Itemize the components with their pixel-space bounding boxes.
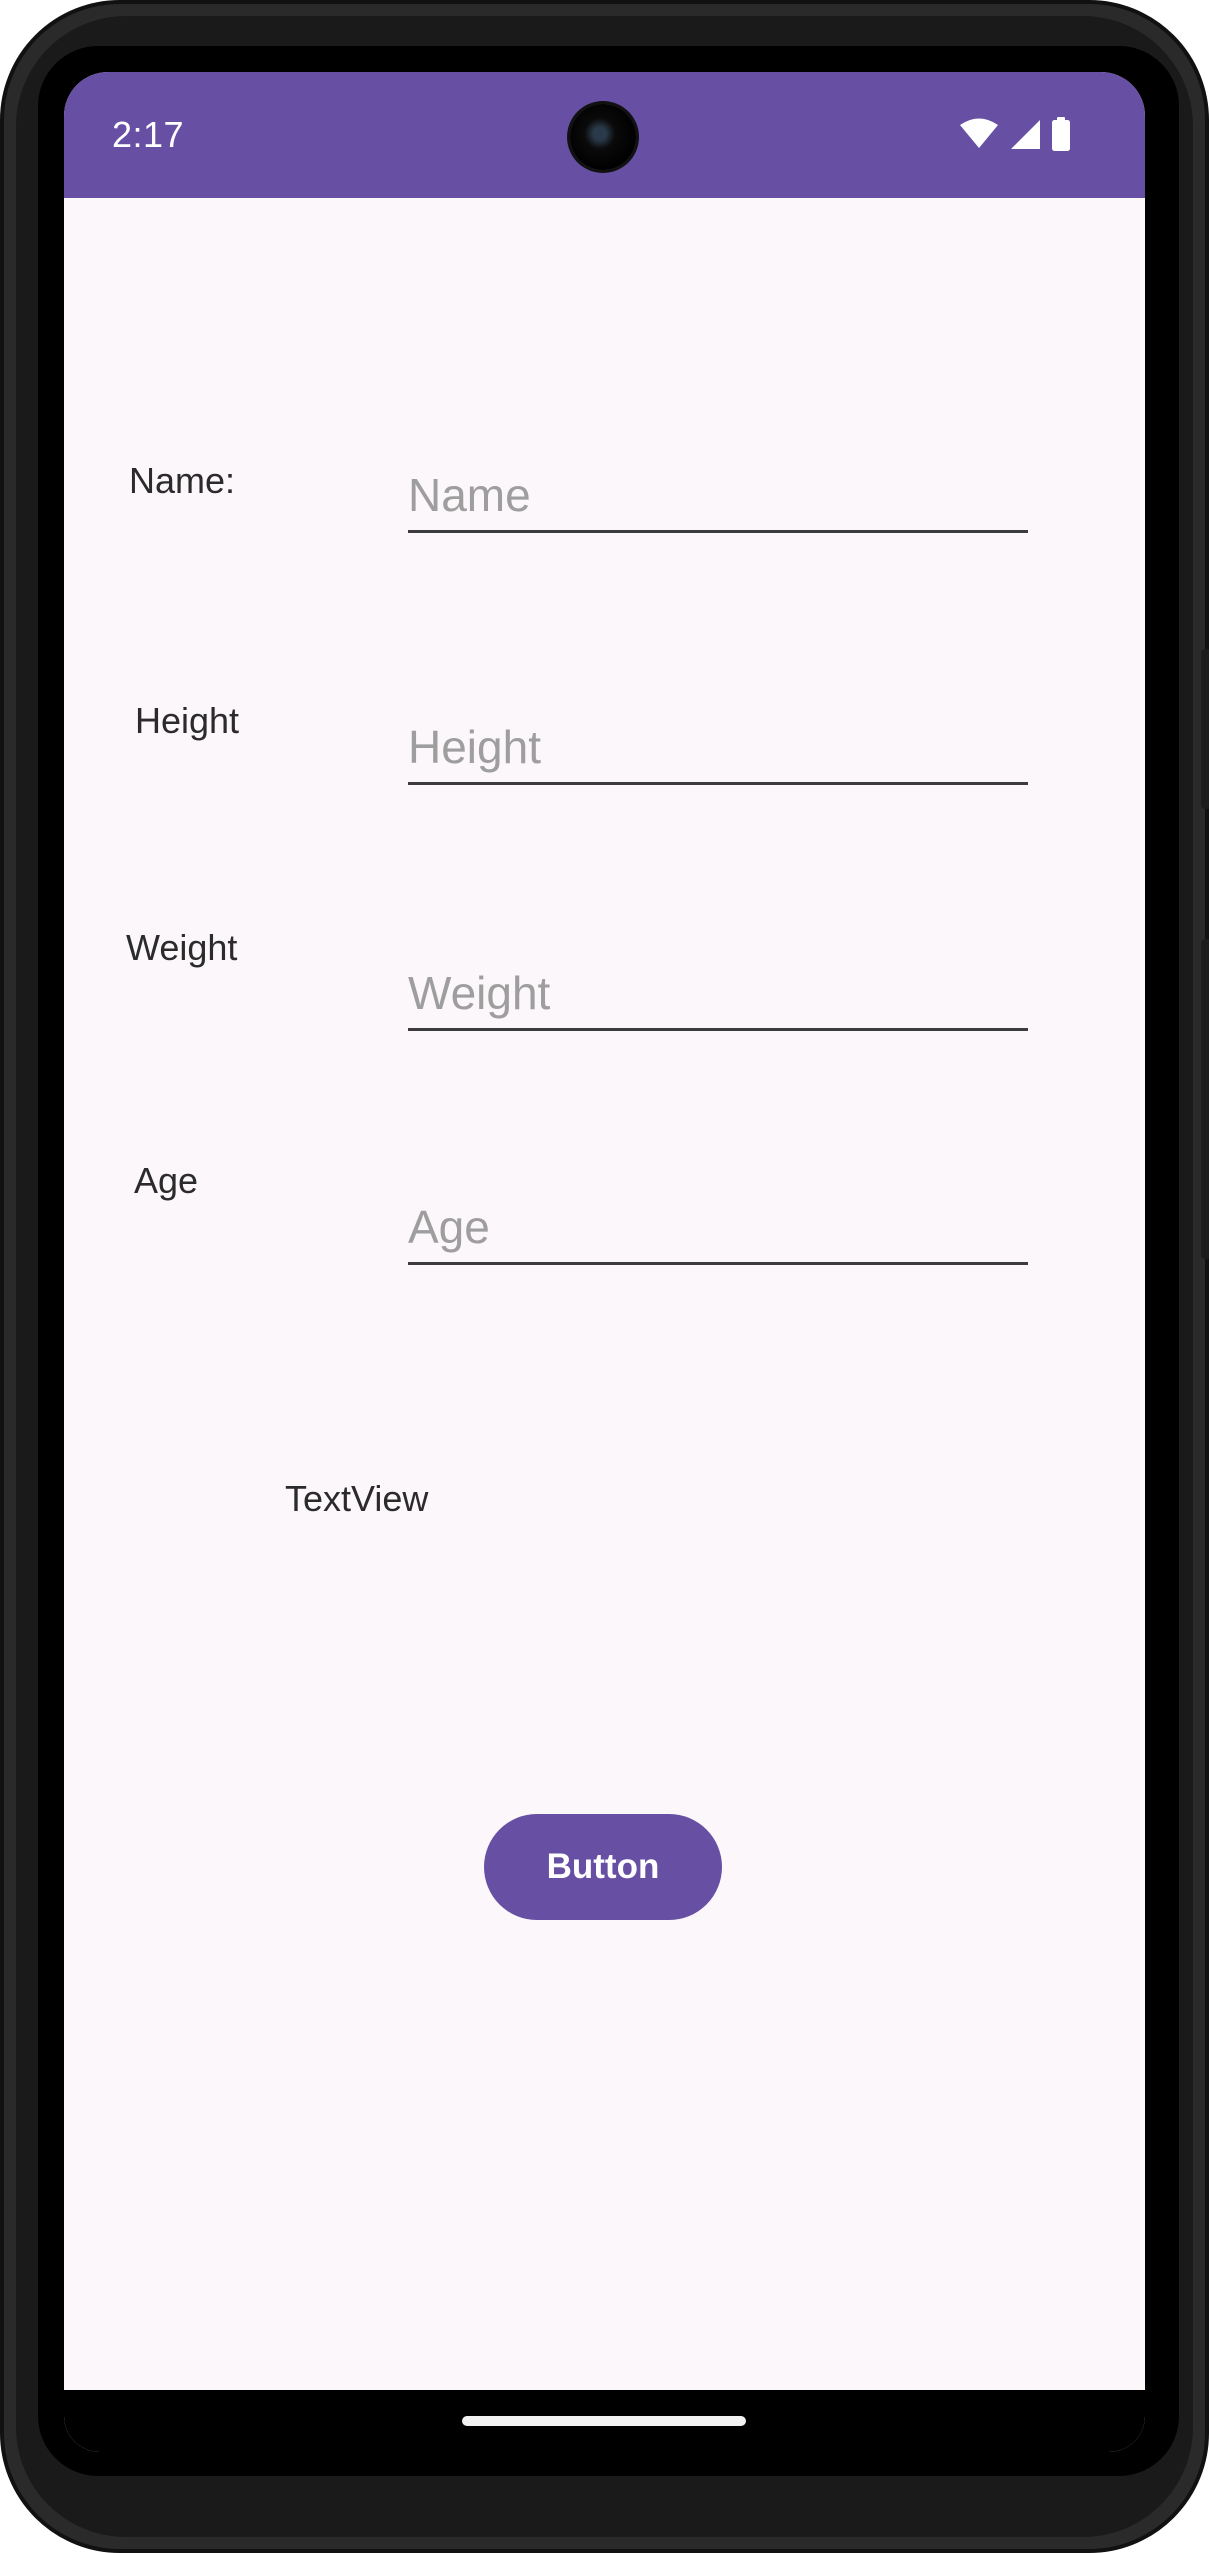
status-time: 2:17 — [112, 114, 185, 155]
front-camera — [570, 104, 636, 170]
status-icons — [959, 116, 1071, 152]
weight-input[interactable] — [408, 958, 1028, 1031]
phone-frame: 2:17 Name: Name Height Height Weight Wei… — [0, 0, 1209, 2553]
home-gesture-handle[interactable] — [462, 2416, 746, 2426]
battery-icon — [1051, 117, 1071, 151]
name-input[interactable] — [408, 460, 1028, 533]
screen-bezel: 2:17 Name: Name Height Height Weight Wei… — [38, 46, 1179, 2476]
height-label: Height — [135, 700, 240, 741]
result-textview: TextView — [285, 1478, 429, 1519]
age-input[interactable] — [408, 1192, 1028, 1265]
app-screen: 2:17 Name: Name Height Height Weight Wei… — [64, 72, 1145, 2452]
height-input[interactable] — [408, 712, 1028, 785]
submit-button[interactable]: Button — [484, 1814, 722, 1920]
status-bar: 2:17 — [64, 72, 1145, 198]
weight-label: Weight — [126, 927, 238, 968]
cell-signal-icon — [1009, 118, 1041, 150]
power-button — [1201, 939, 1209, 1259]
wifi-icon — [959, 118, 999, 150]
name-label: Name: — [129, 460, 236, 501]
navigation-bar — [64, 2390, 1145, 2452]
age-label: Age — [134, 1160, 199, 1201]
volume-button — [1201, 649, 1209, 809]
